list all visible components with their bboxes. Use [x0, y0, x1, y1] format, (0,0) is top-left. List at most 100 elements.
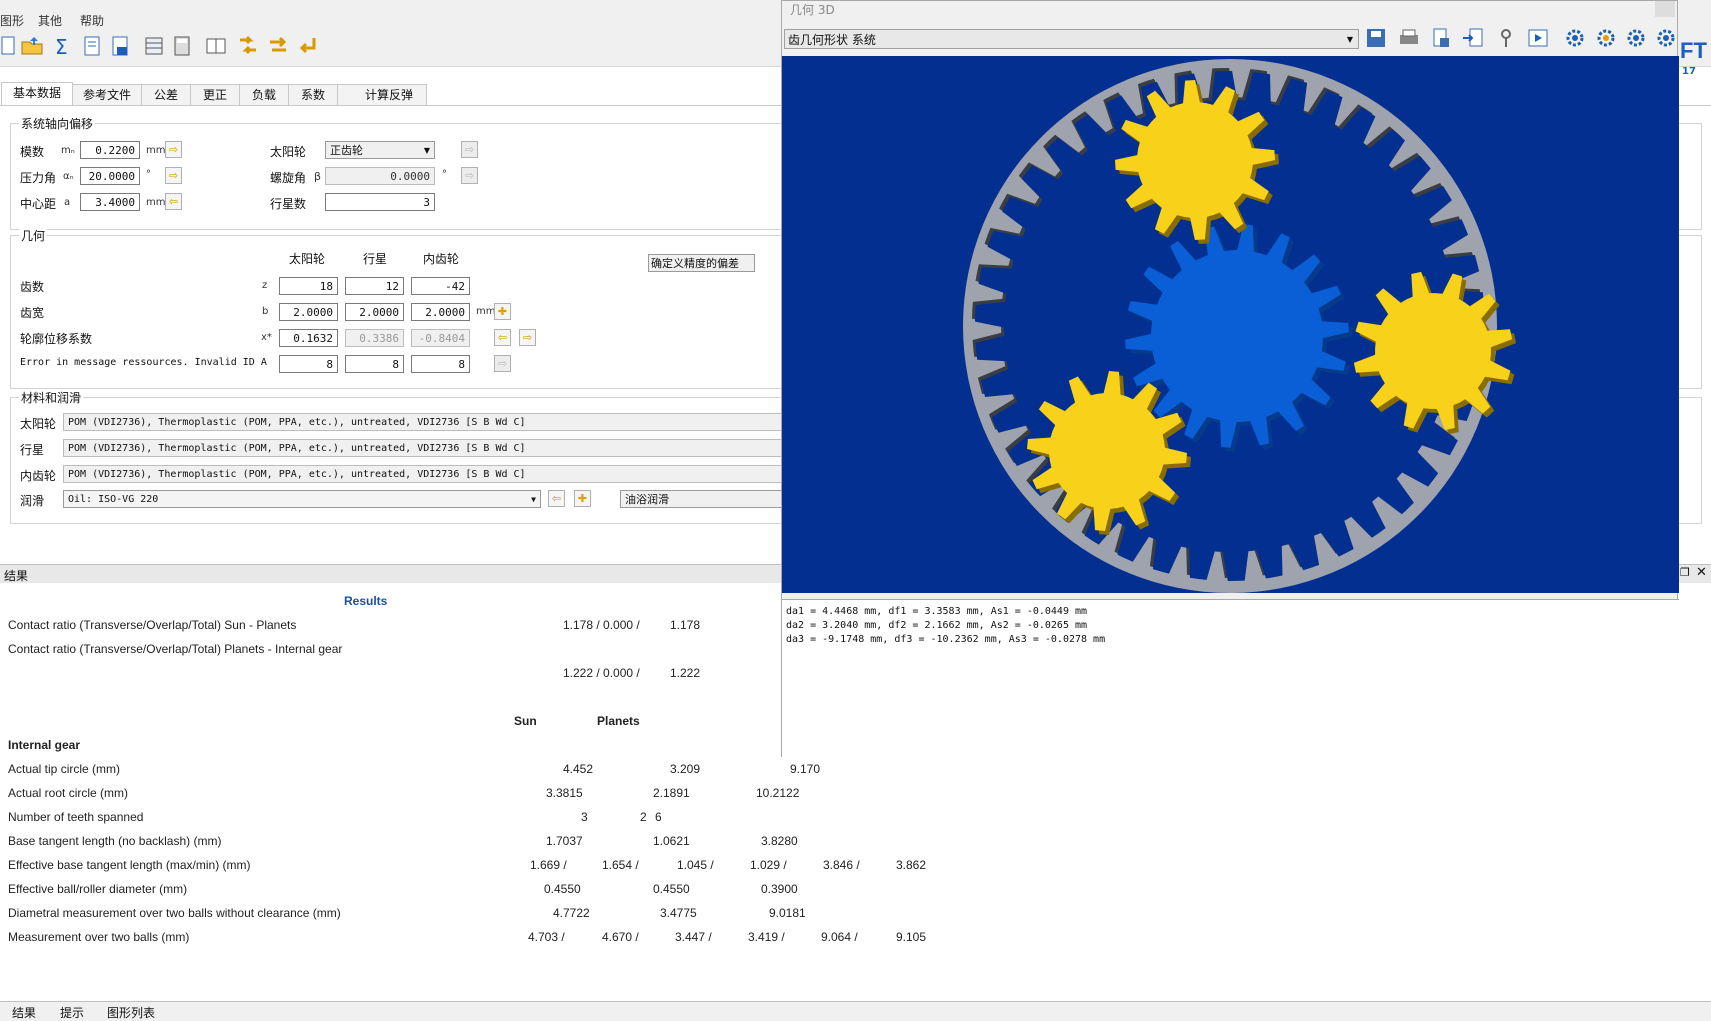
- lubrication-select[interactable]: Oil: ISO-VG 220 ▼: [63, 490, 541, 508]
- results-title: 结果: [4, 569, 29, 583]
- result-value: 3.419 /: [748, 930, 785, 944]
- module-input[interactable]: 0.2200: [80, 141, 140, 159]
- restore-window-icon[interactable]: ❐: [1680, 566, 1690, 579]
- diameter-line-ring: da3 = -9.1748 mm, df3 = -10.2362 mm, As3…: [786, 634, 1106, 645]
- menu-other[interactable]: 其他: [38, 12, 62, 29]
- close-icon[interactable]: ✕: [1696, 565, 1707, 580]
- open-folder-icon[interactable]: [20, 34, 44, 58]
- menu-graphics[interactable]: 图形: [0, 12, 24, 29]
- gear-view-icon[interactable]: [1564, 27, 1586, 49]
- face-width-ring-input[interactable]: 2.0000: [411, 303, 470, 321]
- helix-angle-label: 螺旋角: [270, 171, 307, 185]
- tolerance-definition-button[interactable]: 确定义精度的偏差: [648, 254, 755, 272]
- material-planet-field[interactable]: POM (VDI2736), Thermoplastic (POM, PPA, …: [63, 439, 803, 457]
- settings-wrench-icon[interactable]: [1495, 27, 1517, 49]
- result-value: 3.862: [896, 858, 927, 872]
- report-icon[interactable]: [80, 34, 104, 58]
- tab-load[interactable]: 负载: [239, 84, 289, 106]
- result-value: 9.105: [896, 930, 927, 944]
- materials-group-title: 材料和润滑: [19, 389, 84, 406]
- module-transfer-button[interactable]: ⇨: [165, 141, 182, 158]
- gear-type-select[interactable]: 正齿轮 ▼: [325, 141, 435, 159]
- svg-text:Σ: Σ: [55, 35, 68, 58]
- tab-factors[interactable]: 系数: [288, 84, 338, 106]
- result-value: 1.654 /: [602, 858, 639, 872]
- import-icon[interactable]: [1462, 27, 1484, 49]
- result-value: 6: [655, 810, 662, 824]
- export-document-icon[interactable]: [1430, 27, 1452, 49]
- module-label: 模数: [20, 145, 45, 159]
- internal-gear-section: Internal gear: [8, 738, 81, 752]
- tab-tolerances[interactable]: 公差: [141, 84, 191, 106]
- profile-shift-sizing-button[interactable]: ⇦: [494, 329, 511, 346]
- center-distance-input[interactable]: 3.4000: [80, 193, 140, 211]
- quality-sun-input[interactable]: 8: [279, 355, 338, 373]
- gear-settings-icon[interactable]: [1655, 27, 1677, 49]
- tab-corrections[interactable]: 更正: [190, 84, 240, 106]
- report-save-icon[interactable]: [108, 34, 132, 58]
- bottom-tab-graphics-list[interactable]: 图形列表: [107, 1004, 155, 1021]
- pressure-angle-input[interactable]: 20.0000: [80, 167, 140, 185]
- result-value: 2: [640, 810, 647, 824]
- diameter-line-sun: da1 = 4.4468 mm, df1 = 3.3583 mm, As1 = …: [786, 606, 1088, 617]
- helix-angle-input[interactable]: 0.0000: [325, 167, 435, 185]
- gear-pair-icon[interactable]: [1595, 27, 1617, 49]
- face-width-planet-input[interactable]: 2.0000: [345, 303, 404, 321]
- planetary-gear-drawing: [963, 59, 1517, 593]
- play-icon[interactable]: [1527, 27, 1549, 49]
- quality-disabled-button: ⇨: [494, 355, 511, 372]
- lubrication-sizing-button[interactable]: ⇦: [548, 490, 565, 507]
- profile-shift-sun-input[interactable]: 0.1632: [279, 329, 338, 347]
- column-planets-header: Planets: [597, 714, 640, 728]
- gear-type-value: 正齿轮: [330, 144, 363, 157]
- window-close-button[interactable]: [1655, 1, 1675, 17]
- teeth-ring-input[interactable]: -42: [411, 277, 470, 295]
- undo-arrow-icon[interactable]: [296, 34, 320, 58]
- tab-reference-profile[interactable]: 参考文件: [72, 84, 142, 106]
- pressure-angle-transfer-button[interactable]: ⇨: [165, 167, 182, 184]
- gear-system-icon[interactable]: [1625, 27, 1647, 49]
- lubrication-plus-button[interactable]: ✚: [574, 490, 591, 507]
- profile-shift-ring-input[interactable]: -0.8404: [411, 329, 470, 347]
- face-width-sun-input[interactable]: 2.0000: [279, 303, 338, 321]
- profile-shift-planet-input[interactable]: 0.3386: [345, 329, 404, 347]
- tab-basic-data[interactable]: 基本数据: [1, 82, 73, 106]
- print-icon[interactable]: [1398, 27, 1420, 49]
- face-width-plus-button[interactable]: ✚: [494, 303, 511, 320]
- tab-calculation-rebound[interactable]: 计算反弹: [337, 84, 427, 105]
- profile-shift-transfer-button[interactable]: ⇨: [519, 329, 536, 346]
- teeth-sun-input[interactable]: 18: [279, 277, 338, 295]
- quality-ring-input[interactable]: 8: [411, 355, 470, 373]
- bottom-tab-results[interactable]: 结果: [12, 1004, 36, 1021]
- database-icon[interactable]: [142, 34, 166, 58]
- transfer-arrow-icon[interactable]: [236, 34, 260, 58]
- gear-3d-canvas[interactable]: [782, 56, 1679, 593]
- contact-ratio-sun-planets-label: Contact ratio (Transverse/Overlap/Total)…: [8, 618, 297, 632]
- book-icon[interactable]: [204, 34, 228, 58]
- center-distance-sizing-button[interactable]: ⇦: [165, 193, 182, 210]
- system-group-title: 系统轴向偏移: [19, 115, 96, 132]
- menu-help[interactable]: 帮助: [80, 12, 104, 29]
- bottom-tab-notes[interactable]: 提示: [60, 1004, 84, 1021]
- material-ring-field[interactable]: POM (VDI2736), Thermoplastic (POM, PPA, …: [63, 465, 803, 483]
- planet-count-input[interactable]: 3: [325, 193, 435, 211]
- chevron-down-icon: ▼: [531, 495, 536, 504]
- calculate-sigma-icon[interactable]: Σ: [50, 34, 74, 58]
- planet-count-label: 行星数: [270, 197, 307, 211]
- geometry-view-select[interactable]: 齿几何形状 系统 ▼: [784, 29, 1359, 49]
- teeth-planet-input[interactable]: 12: [345, 277, 404, 295]
- transfer-all-icon[interactable]: [266, 34, 290, 58]
- result-value: 3.4775: [660, 906, 697, 920]
- geometry-view-value: 齿几何形状 系统: [788, 33, 876, 47]
- calculator-icon[interactable]: [170, 34, 194, 58]
- module-symbol: mₙ: [61, 145, 75, 156]
- material-sun-field[interactable]: POM (VDI2736), Thermoplastic (POM, PPA, …: [63, 413, 803, 431]
- result-label: Base tangent length (no backlash) (mm): [8, 834, 222, 848]
- quality-planet-input[interactable]: 8: [345, 355, 404, 373]
- lubrication-type-select[interactable]: 油浴润滑: [620, 490, 800, 508]
- save-icon[interactable]: [1365, 27, 1387, 49]
- lubrication-value: Oil: ISO-VG 220: [68, 494, 159, 505]
- new-file-icon[interactable]: [0, 34, 18, 58]
- result-value: 1.669 /: [530, 858, 567, 872]
- profile-shift-symbol: x*: [261, 332, 272, 343]
